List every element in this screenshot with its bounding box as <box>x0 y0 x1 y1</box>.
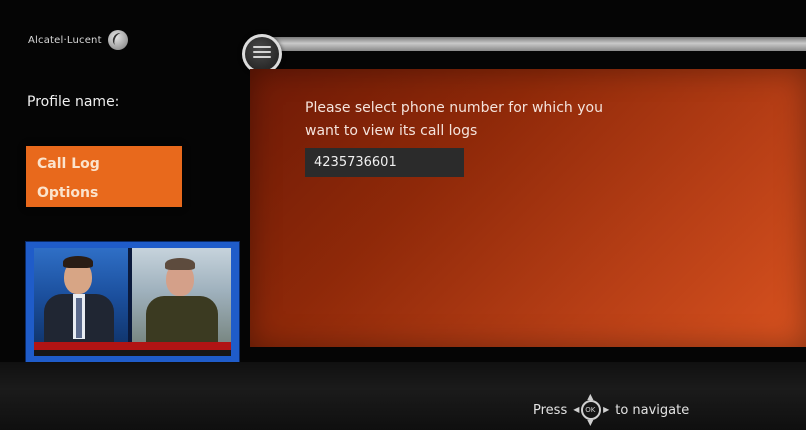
live-tv-preview[interactable] <box>26 242 239 362</box>
select-phone-prompt: Please select phone number for which you… <box>305 100 603 139</box>
profile-name-label: Profile name: <box>27 94 120 110</box>
arrow-right-icon: ▶ <box>603 405 610 414</box>
navigate-label: to navigate <box>615 402 690 418</box>
press-label: Press <box>533 402 568 418</box>
menu-item-call-log[interactable]: Call Log <box>37 156 100 172</box>
side-menu: Call Log Options <box>26 146 182 207</box>
arrow-up-icon: ▲ <box>587 392 594 401</box>
arrow-left-icon: ◀ <box>573 405 580 414</box>
video-frame <box>34 248 231 356</box>
navigation-hint: Press OK ◀ ▶ ▲ ▼ to navigate <box>533 393 690 427</box>
news-ticker-bottom <box>34 350 231 356</box>
knob-lines <box>253 46 271 62</box>
menu-knob-icon[interactable] <box>242 34 282 74</box>
tv-screen: Alcatel·Lucent Profile name: Call Log Op… <box>0 0 806 430</box>
anchor-hair <box>63 256 93 268</box>
brand: Alcatel·Lucent <box>28 30 128 50</box>
phone-number-selector[interactable]: 4235736601 <box>305 148 464 177</box>
menu-item-options[interactable]: Options <box>37 185 98 201</box>
call-log-panel: Please select phone number for which you… <box>250 69 806 347</box>
news-ticker <box>34 342 231 350</box>
brand-name: Alcatel·Lucent <box>28 34 102 46</box>
alcatel-lucent-logo-icon <box>107 30 128 50</box>
arrow-down-icon: ▼ <box>587 418 594 427</box>
guest-hair <box>165 258 195 270</box>
dpad-ok-label: OK <box>585 406 596 414</box>
top-progress-bar <box>262 37 806 51</box>
anchor-tie <box>76 298 82 338</box>
dpad-ok-icon: OK ◀ ▶ ▲ ▼ <box>573 393 610 427</box>
